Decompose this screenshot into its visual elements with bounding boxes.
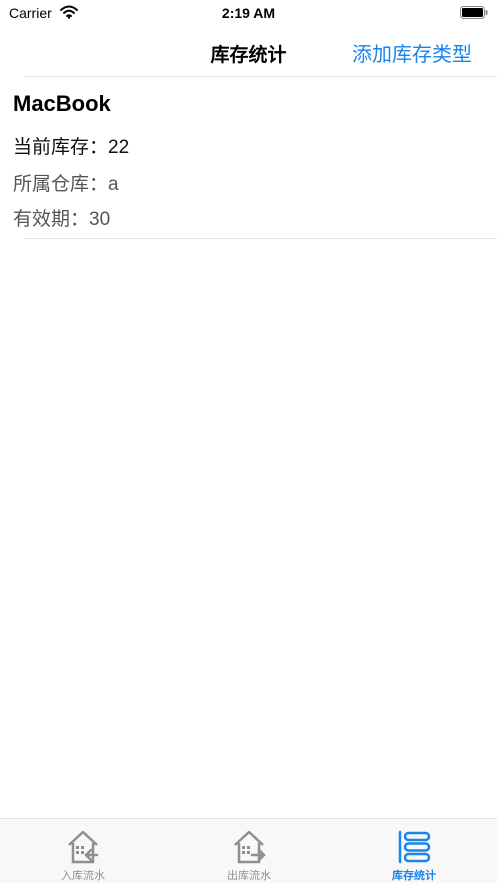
add-stock-type-button[interactable]: 添加库存类型 [352, 38, 472, 67]
list-divider [25, 238, 497, 239]
tab-stock-out-label: 出库流水 [227, 870, 271, 882]
item-stock: 当前库存：22 [13, 137, 130, 158]
tab-stock-in-label: 入库流水 [61, 870, 105, 882]
tab-stock-stats[interactable]: 库存统计 [331, 819, 497, 883]
status-time: 2:19 AM [221, 5, 276, 21]
tab-stock-out[interactable]: 出库流水 [166, 819, 332, 883]
tab-stock-stats-label: 库存统计 [392, 870, 436, 882]
tab-bar: 入库流水 出库流水 库存统计 [0, 818, 497, 883]
item-name: MacBook [13, 91, 111, 116]
app-screen: Carrier 2:19 AM 库存统计 添加库存类型 MacBook 当前库存… [0, 0, 497, 883]
warehouse-out-icon [234, 830, 266, 864]
inventory-list-item[interactable]: MacBook 当前库存：22 所属仓库：a 有效期：30 [0, 77, 497, 239]
item-expiry: 有效期：30 [13, 209, 111, 230]
battery-icon [460, 6, 488, 19]
warehouse-in-icon [68, 830, 99, 864]
tab-stock-in[interactable]: 入库流水 [0, 819, 166, 883]
navigation-bar: 库存统计 添加库存类型 [0, 26, 497, 76]
status-bar: Carrier 2:19 AM [0, 0, 497, 26]
stock-list-icon [398, 830, 431, 864]
item-warehouse: 所属仓库：a [13, 174, 119, 195]
